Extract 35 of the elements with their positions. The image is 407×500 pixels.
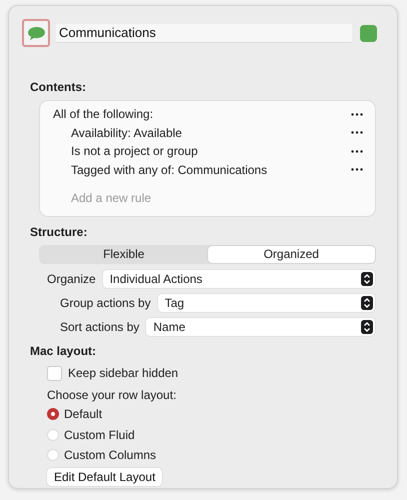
radio-button[interactable] — [47, 408, 59, 420]
rule-text: Tagged with any of: Communications — [71, 162, 268, 177]
add-rule-field[interactable]: Add a new rule — [71, 191, 271, 205]
more-icon[interactable] — [351, 168, 363, 172]
section-label: Structure: — [30, 225, 88, 239]
radio-label: Custom Columns — [64, 448, 156, 462]
more-icon[interactable] — [351, 131, 363, 134]
field-label: Choose your row layout: — [47, 388, 178, 402]
rule-text: All of the following: — [53, 107, 154, 122]
popup-menu[interactable]: Name — [146, 318, 375, 336]
rule-text: Is not a project or group — [71, 144, 198, 158]
chevron-up-down-icon — [361, 320, 373, 334]
rule-text: Availability: Available — [71, 126, 182, 140]
section-label: Mac layout: — [30, 344, 98, 358]
more-icon[interactable] — [351, 150, 363, 153]
icon-picker[interactable] — [22, 19, 50, 47]
chevron-up-down-icon — [361, 272, 373, 286]
popup-menu[interactable]: Individual Actions — [102, 270, 375, 288]
segment-tab[interactable]: Organized — [208, 246, 375, 263]
edit-layout-button[interactable]: Edit Default Layout — [47, 468, 162, 486]
popup-menu[interactable]: Tag — [158, 294, 375, 312]
segment-tab[interactable]: Flexible — [40, 246, 208, 263]
section-label: Contents: — [30, 80, 87, 94]
radio-label: Default — [64, 407, 102, 422]
radio-label: Custom Fluid — [64, 428, 135, 442]
checkbox-label: Keep sidebar hidden — [68, 366, 178, 380]
field-label: Organize — [47, 272, 96, 286]
color-swatch[interactable] — [360, 24, 377, 42]
field-label: Sort actions by — [60, 320, 140, 334]
speech-bubble-icon — [26, 26, 46, 40]
chevron-up-down-icon — [361, 296, 373, 310]
more-icon[interactable] — [351, 112, 363, 116]
checkbox[interactable] — [47, 366, 62, 380]
field-label: Group actions by — [60, 296, 151, 310]
name-field[interactable]: Communications — [56, 24, 352, 42]
